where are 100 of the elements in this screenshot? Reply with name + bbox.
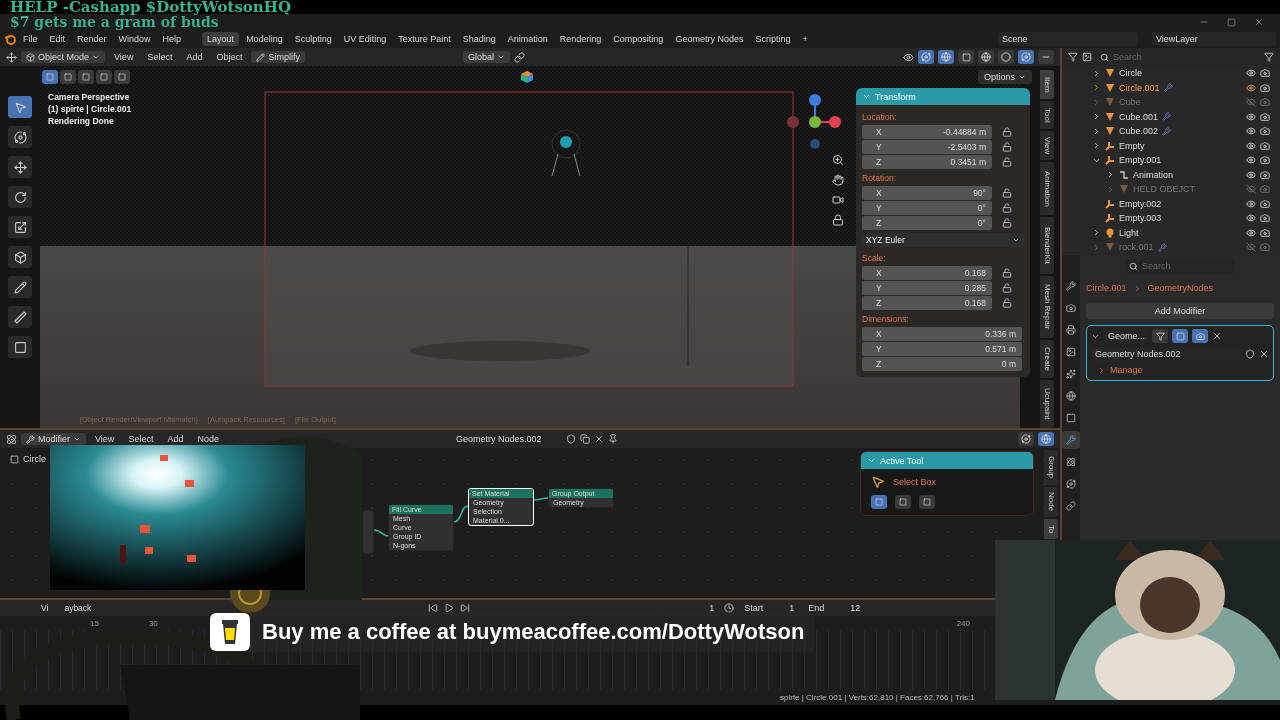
workspace-tab[interactable]: Geometry Nodes xyxy=(670,32,749,46)
jump-end-icon[interactable] xyxy=(460,603,471,613)
sidebar-tab[interactable]: Item xyxy=(1040,70,1054,99)
transform-tool[interactable] xyxy=(8,246,32,268)
eye-icon[interactable] xyxy=(1246,111,1256,122)
outliner-row[interactable]: Light xyxy=(1062,225,1280,240)
cube-icon[interactable] xyxy=(520,70,534,84)
sidebar-tab[interactable]: Create xyxy=(1040,340,1054,379)
camera-icon[interactable] xyxy=(1260,213,1270,224)
unlock-icon[interactable] xyxy=(1002,142,1012,152)
overlay-button[interactable] xyxy=(1038,432,1054,446)
eye-icon[interactable] xyxy=(1246,169,1256,180)
close-icon[interactable] xyxy=(1212,331,1222,341)
menu-item[interactable]: Object xyxy=(211,50,248,64)
mode-dropdown[interactable]: Object Mode xyxy=(21,51,106,63)
snap-button[interactable] xyxy=(1018,432,1034,446)
selection-mode-button[interactable] xyxy=(42,70,58,84)
rendered-button[interactable] xyxy=(1018,50,1034,64)
sidebar-tab[interactable]: Mesh Repair xyxy=(1040,275,1054,338)
video-camera-icon[interactable] xyxy=(832,194,844,206)
menu-item[interactable]: Window xyxy=(113,32,156,46)
number-field[interactable]: X 0.336 m xyxy=(862,327,1022,341)
options-dropdown[interactable]: Options xyxy=(977,70,1032,84)
solid-button[interactable] xyxy=(998,50,1014,64)
add-workspace-button[interactable]: + xyxy=(797,32,813,46)
sidebar-tab[interactable]: Animation xyxy=(1040,162,1054,215)
scale-tool[interactable] xyxy=(8,216,32,238)
sidebar-tab[interactable]: To xyxy=(1044,519,1058,539)
camera-icon[interactable] xyxy=(1260,140,1270,151)
number-field[interactable]: X 0.168 xyxy=(862,266,992,280)
simplify-button[interactable]: Simplify xyxy=(251,51,305,63)
sidebar-tab[interactable]: BlenderKit xyxy=(1040,216,1054,274)
edit-mode-button[interactable] xyxy=(1152,329,1168,343)
number-field[interactable]: Z 0° xyxy=(862,216,992,230)
camera-icon[interactable] xyxy=(1260,155,1270,166)
workspace-tab[interactable]: Sculpting xyxy=(289,32,337,46)
sidebar-tab[interactable]: Group xyxy=(1044,450,1058,485)
play-icon[interactable] xyxy=(444,603,455,613)
link-icon[interactable] xyxy=(513,51,525,63)
node[interactable] xyxy=(362,510,374,554)
selection-mode-button[interactable] xyxy=(60,70,76,84)
outliner-row[interactable]: Circle xyxy=(1062,66,1280,81)
eye-icon[interactable] xyxy=(903,51,914,63)
selection-mode-button[interactable] xyxy=(114,70,130,84)
modifier-tab[interactable] xyxy=(1062,431,1080,449)
add-cube-tool[interactable] xyxy=(8,336,32,358)
eye-icon[interactable] xyxy=(1246,155,1256,166)
copy-icon[interactable] xyxy=(579,434,590,444)
unlock-icon[interactable] xyxy=(1002,268,1012,278)
rotate-tool[interactable] xyxy=(8,186,32,208)
image-icon[interactable] xyxy=(1082,52,1092,62)
outliner-row[interactable]: Empty xyxy=(1062,138,1280,153)
number-field[interactable]: Y 0° xyxy=(862,201,992,215)
scene-field[interactable]: Scene xyxy=(998,32,1138,46)
chevron-right-icon[interactable] xyxy=(1092,112,1101,122)
jump-start-icon[interactable] xyxy=(428,603,439,613)
outliner-row[interactable]: Empty.001 xyxy=(1062,153,1280,168)
camera-icon[interactable] xyxy=(1260,82,1270,93)
number-field[interactable]: Y 0.571 m xyxy=(862,342,1022,356)
selection-mode-button[interactable] xyxy=(78,70,94,84)
number-field[interactable]: Z 0 m xyxy=(862,357,1022,371)
select-tool[interactable] xyxy=(8,96,32,118)
rotation-mode-dropdown[interactable]: XYZ Euler xyxy=(862,233,1024,247)
overlay-button[interactable] xyxy=(938,50,954,64)
outliner-row[interactable]: Animation xyxy=(1062,167,1280,182)
eye-icon[interactable] xyxy=(1246,213,1256,224)
chevron-right-icon[interactable] xyxy=(1092,126,1101,136)
sidebar-tab[interactable]: Ucupaint xyxy=(1040,380,1054,428)
outliner-row[interactable]: Cube.001 xyxy=(1062,109,1280,124)
number-field[interactable]: Y -2.5403 m xyxy=(862,140,992,154)
cursor-tool[interactable] xyxy=(8,126,32,148)
close-icon[interactable] xyxy=(593,434,604,444)
eye-icon[interactable] xyxy=(1246,227,1256,238)
workspace-tab[interactable]: UV Editing xyxy=(338,32,392,46)
workspace-tab[interactable]: Texture Paint xyxy=(393,32,456,46)
maximize-icon[interactable] xyxy=(1227,17,1236,27)
hand-icon[interactable] xyxy=(832,174,844,186)
zoom-icon[interactable] xyxy=(832,154,844,166)
annotate-tool[interactable] xyxy=(8,276,32,298)
render-button[interactable] xyxy=(1192,329,1208,343)
eye-icon[interactable] xyxy=(1246,198,1256,209)
camera-icon[interactable] xyxy=(1260,111,1270,122)
menu-item[interactable]: Help xyxy=(157,32,187,46)
view-layer-field[interactable]: ViewLayer xyxy=(1152,32,1276,46)
unlock-icon[interactable] xyxy=(1002,188,1012,198)
sidebar-tab[interactable]: Tool xyxy=(1040,100,1054,130)
outliner-row[interactable]: Empty.002 xyxy=(1062,196,1280,211)
manage-section[interactable]: Manage xyxy=(1091,365,1269,375)
workspace-tab[interactable]: Scripting xyxy=(750,32,796,46)
pin-icon[interactable] xyxy=(607,434,618,444)
selection-mode-button[interactable] xyxy=(895,495,911,509)
orientation-dropdown[interactable]: Global xyxy=(462,51,510,63)
unlock-icon[interactable] xyxy=(1002,157,1012,167)
move-icon[interactable] xyxy=(6,51,17,63)
shield-icon[interactable] xyxy=(565,434,576,444)
outliner-row[interactable]: Cube.002 xyxy=(1062,124,1280,139)
measure-tool[interactable] xyxy=(8,306,32,328)
camera-icon[interactable] xyxy=(1260,169,1270,180)
workspace-tab[interactable]: Modeling xyxy=(241,32,288,46)
eye-icon[interactable] xyxy=(1246,140,1256,151)
